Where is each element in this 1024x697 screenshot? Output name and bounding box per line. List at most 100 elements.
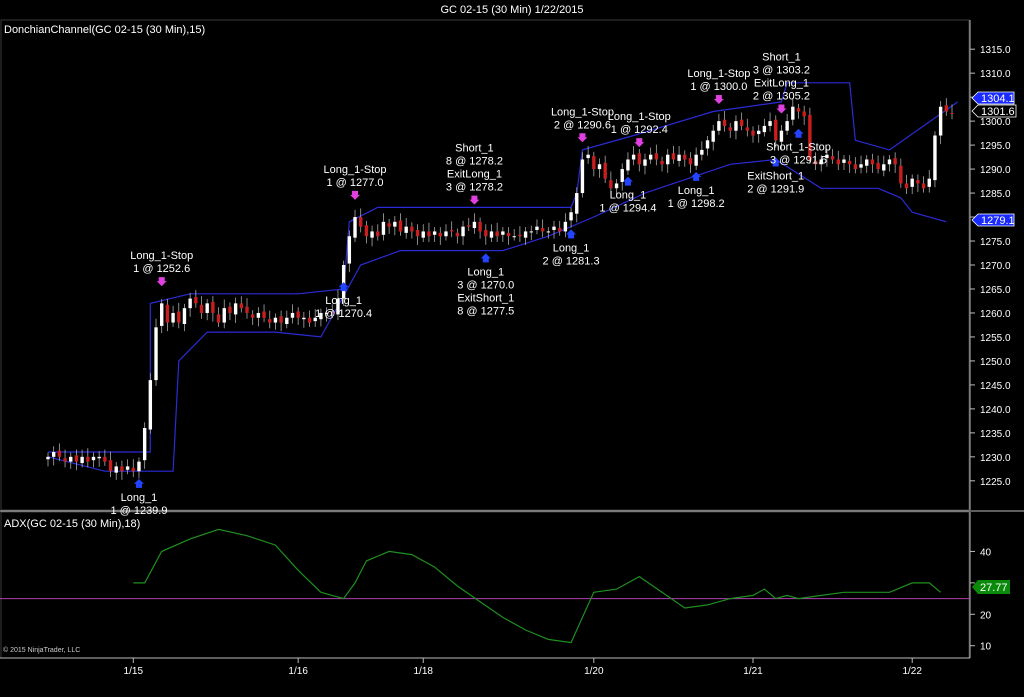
candle-body — [523, 231, 528, 238]
candle-body — [592, 156, 596, 170]
signal-label: 3 @ 1291.5 — [770, 155, 827, 167]
signal-label: 2 @ 1281.3 — [543, 255, 600, 267]
candle-body — [768, 121, 772, 126]
price-y-tick-label: 1290.0 — [980, 165, 1011, 176]
candle-body — [120, 466, 124, 472]
candle-body — [728, 127, 732, 131]
candle-body — [302, 317, 306, 320]
candle-body — [211, 301, 215, 313]
signal-label: ExitLong_1 — [754, 78, 809, 90]
candle-body — [57, 450, 62, 457]
candle-body — [228, 306, 232, 313]
adx-y-tick-label: 20 — [980, 610, 992, 621]
candle-body — [171, 312, 175, 323]
signal-label: Long_1-Stop — [324, 164, 387, 176]
candle-body — [148, 380, 153, 430]
price-y-tick-label: 1225.0 — [980, 477, 1011, 488]
price-y-tick-label: 1255.0 — [980, 333, 1011, 344]
candle-body — [279, 316, 283, 323]
candle-body — [370, 231, 374, 238]
candle-body — [842, 159, 846, 163]
price-y-tick-label: 1300.0 — [980, 117, 1011, 128]
price-y-tick-label: 1315.0 — [980, 45, 1011, 56]
candle-body — [739, 119, 744, 126]
candle-body — [86, 456, 90, 462]
candle-body — [455, 232, 460, 237]
signal-label: ExitShort_1 — [457, 292, 514, 304]
signal-label: 2 @ 1291.9 — [747, 183, 804, 195]
signal-label: Long_1-Stop — [551, 106, 614, 118]
candle-body — [677, 154, 681, 161]
x-tick-label: 1/22 — [902, 666, 922, 677]
candle-body — [643, 159, 647, 166]
candle-body — [614, 183, 619, 189]
candle-body — [853, 164, 858, 170]
candle-body — [597, 164, 602, 170]
candle-body — [114, 466, 118, 473]
candle-body — [427, 231, 431, 237]
candle-body — [927, 178, 931, 187]
candle-body — [381, 221, 386, 235]
candle-body — [199, 304, 204, 313]
adx-value: 27.77 — [980, 582, 1008, 594]
candle-body — [575, 193, 579, 214]
candle-body — [495, 231, 499, 237]
candle-body — [921, 183, 926, 189]
signal-label: Short_1 — [762, 52, 801, 64]
candle-body — [222, 308, 226, 323]
candle-body — [467, 225, 471, 227]
candle-body — [307, 317, 312, 323]
signal-label: Short_1 — [455, 143, 494, 155]
candle-body — [80, 456, 84, 464]
candle-body — [233, 303, 238, 315]
candle-body — [501, 231, 505, 235]
candle-body — [620, 169, 624, 183]
candle-body — [563, 221, 568, 232]
adx-y-tick-label: 40 — [980, 547, 992, 558]
candle-body — [603, 162, 607, 179]
candle-body — [205, 303, 209, 313]
candle-body — [722, 119, 727, 126]
candle-body — [802, 111, 806, 117]
candle-body — [398, 220, 403, 232]
candle-body — [694, 154, 698, 166]
candle-body — [216, 314, 221, 323]
candle-body — [63, 458, 67, 462]
candle-body — [273, 317, 278, 323]
candle-body — [347, 236, 352, 264]
candle-body — [250, 314, 255, 318]
candle-body — [97, 456, 101, 459]
price-y-tick-label: 1295.0 — [980, 141, 1011, 152]
candle-body — [830, 156, 835, 160]
candle-body — [648, 154, 653, 160]
candle-body — [506, 232, 511, 237]
signal-label: Long_1 — [678, 185, 715, 197]
signal-label: Long_1 — [553, 242, 590, 254]
chart-title: GC 02-15 (30 Min) 1/22/2015 — [440, 4, 583, 16]
signal-label: 1 @ 1298.2 — [668, 198, 725, 210]
candle-body — [262, 311, 266, 318]
candle-body — [700, 149, 704, 155]
candle-body — [160, 303, 164, 326]
candle-body — [296, 311, 300, 318]
signal-label: 3 @ 1278.2 — [446, 182, 503, 194]
signal-label: 1 @ 1294.4 — [599, 203, 656, 215]
price-y-tick-label: 1265.0 — [980, 285, 1011, 296]
adx-y-tick-label: 10 — [980, 642, 992, 653]
candle-body — [376, 231, 380, 237]
signal-label: 8 @ 1277.5 — [457, 305, 514, 317]
candle-body — [882, 164, 886, 171]
signal-label: 1 @ 1292.4 — [611, 124, 668, 136]
candle-body — [779, 130, 784, 142]
candle-body — [125, 466, 130, 470]
candle-body — [705, 140, 710, 149]
candle-body — [558, 228, 562, 232]
candle-body — [637, 153, 641, 165]
candle-body — [131, 467, 135, 472]
signal-label: 1 @ 1300.0 — [690, 81, 747, 93]
signal-label: Long_1-Stop — [130, 250, 193, 262]
lower-channel-badge: 1279.1 — [971, 213, 1015, 227]
x-tick-label: 1/16 — [288, 666, 308, 677]
candle-body — [938, 106, 943, 136]
candle-body — [518, 234, 522, 237]
